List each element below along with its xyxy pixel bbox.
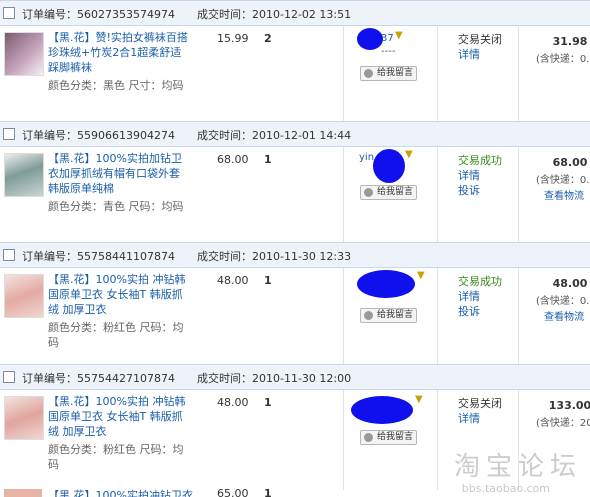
leave-message-button[interactable]: 给我留言 (360, 430, 418, 445)
shipping-fee: (含快递：0.00 (536, 296, 590, 307)
buyer-name[interactable]: yin (359, 152, 374, 163)
quantity: 1 (264, 487, 272, 497)
order-checkbox[interactable] (3, 371, 15, 383)
order-body: 【黑.花】100%实拍加钻卫衣加厚抓绒有帽有口袋外套韩版原单纯棉 颜色分类：青色… (0, 147, 590, 247)
flag-icon: ▼ (415, 394, 423, 405)
unit-price: 48.00 (217, 396, 249, 409)
leave-message-button[interactable]: 给我留言 (360, 66, 418, 81)
message-icon (364, 311, 373, 320)
flag-icon: ▼ (405, 149, 413, 160)
order-checkbox[interactable] (3, 128, 15, 140)
leave-message-button[interactable]: 给我留言 (360, 185, 418, 200)
redaction-mark (351, 396, 413, 424)
order-amount: 48.00 (552, 277, 588, 290)
order-checkbox[interactable] (3, 7, 15, 19)
product-thumbnail[interactable] (4, 32, 44, 76)
status-text: 交易成功 (458, 275, 502, 288)
unit-price: 48.00 (217, 274, 249, 287)
order-number: 订单编号：56027353574974 (22, 8, 175, 21)
product-attributes: 颜色分类：青色 尺码：均码 (48, 200, 184, 213)
buyer-info: ▼ (357, 270, 427, 310)
product-thumbnail[interactable] (4, 274, 44, 318)
order-number: 订单编号：55758441107874 (22, 250, 175, 263)
message-icon (364, 69, 373, 78)
order-checkbox[interactable] (3, 249, 15, 261)
buyer-info: ▼ (351, 392, 427, 432)
order-body: 【黑.花】赞!实拍女裤袜百搭珍珠绒+竹炭2合1超柔舒适踩脚裤袜 颜色分类：黑色 … (0, 26, 590, 126)
product-title-link[interactable]: 【黑.花】100%实拍冲钻卫衣 (48, 487, 193, 497)
unit-price: 15.99 (217, 32, 249, 45)
unit-price: 68.00 (217, 153, 249, 166)
redaction-mark (373, 149, 405, 183)
status-text: 交易关闭 (458, 33, 502, 46)
shipping-fee: (含快递：0.00 (536, 175, 590, 186)
watermark-url: bbs.taobao.com (461, 482, 550, 495)
detail-link[interactable]: 详情 (458, 289, 502, 304)
quantity: 1 (264, 274, 272, 287)
redaction-mark (357, 28, 383, 50)
order-time: 成交时间：2010-12-01 14:44 (197, 129, 352, 142)
buyer-info: 37 ▼ ---- (357, 28, 427, 68)
order-number: 订单编号：55906613904274 (22, 129, 175, 142)
order-amount: 133.00 (548, 399, 590, 412)
product-thumbnail[interactable] (4, 489, 42, 497)
complain-link[interactable]: 投诉 (458, 304, 502, 319)
product-title-link[interactable]: 【黑.花】100%实拍加钻卫衣加厚抓绒有帽有口袋外套韩版原单纯棉 (48, 151, 188, 196)
shipping-fee: (含快递：20.0 (536, 418, 590, 429)
view-logistics-link[interactable]: 查看物流 (544, 187, 584, 202)
order-status: 交易关闭 详情 (458, 396, 502, 426)
product-attributes: 颜色分类：粉红色 尺码：均码 (48, 321, 184, 349)
product-attributes: 颜色分类：黑色 尺寸：均码 (48, 79, 184, 92)
order-number: 订单编号：55754427107874 (22, 372, 175, 385)
flag-icon: ▼ (417, 270, 425, 281)
redaction-mark (357, 270, 415, 298)
order-header: 订单编号：55758441107874 成交时间：2010-11-30 12:3… (0, 242, 590, 268)
status-text: 交易成功 (458, 154, 502, 167)
detail-link[interactable]: 详情 (458, 411, 502, 426)
product-title-link[interactable]: 【黑.花】100%实拍 冲钻韩国原单卫衣 女长袖T 韩版抓绒 加厚卫衣 (48, 394, 188, 439)
order-status: 交易成功 详情 投诉 (458, 153, 502, 198)
message-icon (364, 188, 373, 197)
detail-link[interactable]: 详情 (458, 168, 502, 183)
product-thumbnail[interactable] (4, 153, 44, 197)
flag-icon: ▼ (395, 30, 403, 41)
order-time: 成交时间：2010-12-02 13:51 (197, 8, 352, 21)
complain-link[interactable]: 投诉 (458, 183, 502, 198)
order-header: 订单编号：56027353574974 成交时间：2010-12-02 13:5… (0, 0, 590, 26)
leave-message-button[interactable]: 给我留言 (360, 308, 418, 323)
message-icon (364, 433, 373, 442)
product-title-link[interactable]: 【黑.花】100%实拍 冲钻韩国原单卫衣 女长袖T 韩版抓绒 加厚卫衣 (48, 272, 188, 317)
product-attributes: 颜色分类：粉红色 尺码：均码 (48, 443, 184, 471)
quantity: 1 (264, 396, 272, 409)
watermark: 淘宝论坛 (453, 452, 582, 482)
order-amount: 31.98 (552, 35, 588, 48)
order-status: 交易成功 详情 投诉 (458, 274, 502, 319)
order-time: 成交时间：2010-11-30 12:33 (197, 250, 352, 263)
quantity: 1 (264, 153, 272, 166)
status-text: 交易关闭 (458, 397, 502, 410)
order-body: 【黑.花】100%实拍 冲钻韩国原单卫衣 女长袖T 韩版抓绒 加厚卫衣 颜色分类… (0, 268, 590, 368)
view-logistics-link[interactable]: 查看物流 (544, 308, 584, 323)
unit-price: 65.00 (217, 487, 249, 497)
order-header: 订单编号：55754427107874 成交时间：2010-11-30 12:0… (0, 364, 590, 390)
buyer-info: yin ▼ (357, 149, 427, 189)
shipping-fee: (含快递：0.00 (536, 54, 590, 65)
order-header: 订单编号：55906613904274 成交时间：2010-12-01 14:4… (0, 121, 590, 147)
order-time: 成交时间：2010-11-30 12:00 (197, 372, 352, 385)
buyer-sub: ---- (381, 46, 396, 57)
product-title-link[interactable]: 【黑.花】赞!实拍女裤袜百搭珍珠绒+竹炭2合1超柔舒适踩脚裤袜 (48, 30, 188, 75)
detail-link[interactable]: 详情 (458, 47, 502, 62)
order-status: 交易关闭 详情 (458, 32, 502, 62)
buyer-name[interactable]: 37 (381, 33, 394, 44)
order-amount: 68.00 (552, 156, 588, 169)
quantity: 2 (264, 32, 272, 45)
product-thumbnail[interactable] (4, 396, 44, 440)
